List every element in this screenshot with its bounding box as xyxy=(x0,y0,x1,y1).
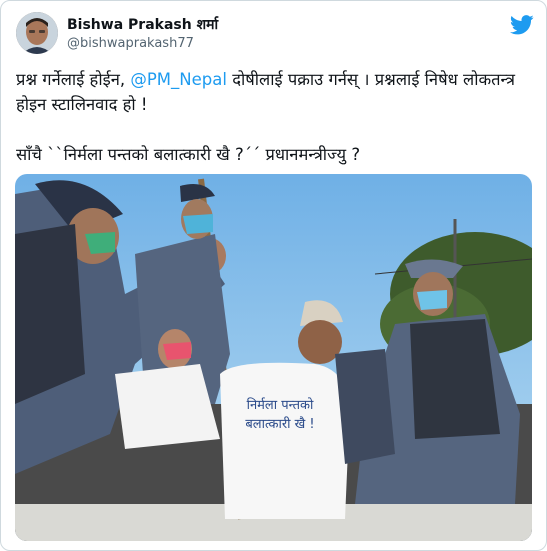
shirt-line-1: निर्मला पन्तको xyxy=(247,397,314,413)
tweet-paragraph-1: प्रश्न गर्नेलाई होईन, @PM_Nepal दोषीलाई … xyxy=(16,67,536,117)
author-name[interactable]: Bishwa Prakash शर्मा xyxy=(67,15,218,34)
tweet-text-part-1: प्रश्न गर्नेलाई होईन, xyxy=(16,70,131,89)
shirt-line-2: बलात्कारी खै ! xyxy=(245,416,314,432)
tweet-card[interactable]: Bishwa Prakash शर्मा @bishwaprakash77 प्… xyxy=(0,0,547,551)
tweet-photo[interactable]: निर्मला पन्तको बलात्कारी खै ! xyxy=(15,174,532,541)
author-handle[interactable]: @bishwaprakash77 xyxy=(67,36,194,51)
author-avatar[interactable] xyxy=(16,12,58,54)
tweet-paragraph-2: साँचै ``निर्मला पन्तको बलात्कारी खै ?´´ … xyxy=(16,145,361,164)
tweet-text: प्रश्न गर्नेलाई होईन, @PM_Nepal दोषीलाई … xyxy=(16,67,536,167)
twitter-bird-icon[interactable] xyxy=(509,14,534,36)
mention-link[interactable]: @PM_Nepal xyxy=(130,70,227,89)
